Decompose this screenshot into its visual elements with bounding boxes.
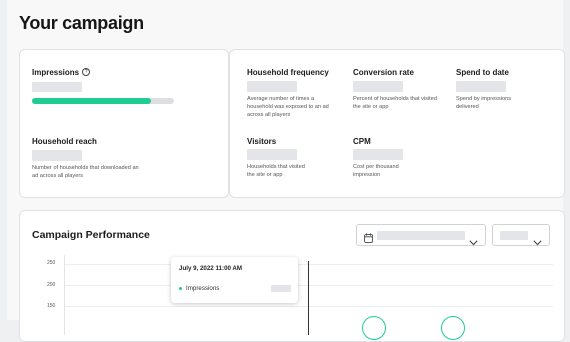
y-tick-label: 150 <box>47 303 56 309</box>
conversion-rate-label: Conversion rate <box>353 68 414 77</box>
granularity-select[interactable] <box>492 224 550 246</box>
cpm-label: CPM <box>353 137 371 146</box>
gridline <box>65 285 553 286</box>
cpm-value-placeholder <box>353 149 403 160</box>
reach-card: Impressions? Household reach Number of h… <box>19 49 229 198</box>
date-range-select[interactable] <box>356 224 486 246</box>
date-range-value-placeholder <box>377 231 465 240</box>
impressions-label: Impressions? <box>32 67 91 77</box>
household-reach-description: Number of households that downloaded an … <box>32 165 139 179</box>
engagement-card: Household frequency Average number of ti… <box>229 49 565 198</box>
tooltip-series-label: Impressions <box>186 285 220 292</box>
chevron-down-icon <box>533 233 542 251</box>
conversion-rate-description: Percent of households that visited the s… <box>353 96 437 110</box>
household-frequency-value-placeholder <box>247 81 297 92</box>
household-frequency-description: Average number of times a household was … <box>247 96 329 118</box>
spend-to-date-label: Spend to date <box>456 68 509 77</box>
visitors-label: Visitors <box>247 137 277 146</box>
campaign-page: Your campaign Impressions? Household rea… <box>7 0 565 342</box>
chart-plot-area[interactable] <box>64 255 553 340</box>
spend-to-date-description: Spend by impressions delivered <box>456 96 512 110</box>
household-reach-label: Household reach <box>32 137 97 146</box>
household-reach-value-placeholder <box>32 150 82 161</box>
y-tick-label: 250 <box>47 260 56 266</box>
calendar-icon <box>364 230 373 248</box>
info-icon[interactable]: ? <box>82 67 91 76</box>
chevron-down-icon <box>469 233 478 251</box>
cpm-description: Cost per thousand impression <box>353 164 399 178</box>
y-tick-label: 200 <box>47 282 56 288</box>
spend-to-date-value-placeholder <box>456 81 506 92</box>
visitors-value-placeholder <box>247 149 297 160</box>
impressions-progress-bar <box>32 98 174 104</box>
page-title: Your campaign <box>19 13 144 33</box>
tooltip-date: July 9, 2022 11:00 AM <box>179 265 243 272</box>
conversion-rate-value-placeholder <box>353 81 403 92</box>
impressions-value-placeholder <box>32 82 82 92</box>
granularity-value-placeholder <box>500 231 528 240</box>
chart-tooltip: July 9, 2022 11:00 AM Impressions <box>171 257 298 303</box>
impressions-progress-fill <box>32 98 152 104</box>
gridline <box>65 306 553 307</box>
household-frequency-label: Household frequency <box>247 68 329 77</box>
series-dot <box>179 287 182 290</box>
hover-crosshair <box>308 261 309 335</box>
campaign-performance-title: Campaign Performance <box>32 229 150 241</box>
tooltip-value-placeholder <box>271 285 291 292</box>
visitors-description: Households that visited the site or app <box>247 164 305 178</box>
gridline <box>65 264 553 265</box>
